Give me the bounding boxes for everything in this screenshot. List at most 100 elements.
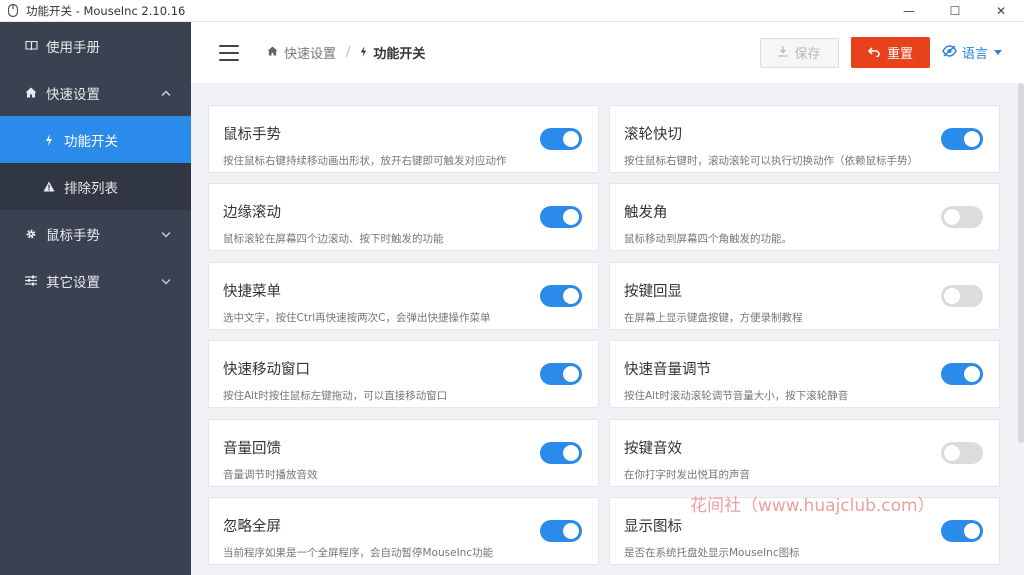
sidebar-item-other-settings[interactable]: 其它设置 xyxy=(0,257,191,304)
feature-card: 滚轮快切 按住鼠标右键时，滚动滚轮可以执行切换动作（依赖鼠标手势） xyxy=(609,105,1000,173)
feature-card: 忽略全屏当前程序如果是一个全屏程序，会自动暂停MouseInc功能 xyxy=(208,497,599,565)
breadcrumb-separator: / xyxy=(346,45,351,60)
feature-title: 鼠标手势 xyxy=(223,127,281,143)
feature-title: 快速音量调节 xyxy=(624,362,711,378)
feature-card: 按键回显在屏幕上显示键盘按键，方便录制教程 xyxy=(609,262,1000,330)
download-icon xyxy=(778,45,788,60)
sidebar-item-exclusion-list[interactable]: 排除列表 xyxy=(0,163,191,210)
home-icon xyxy=(267,46,278,59)
mouse-icon xyxy=(6,4,20,18)
feature-card: 快捷菜单选中文字，按住Ctrl再快速按两次C，会弹出快捷操作菜单 xyxy=(208,262,599,330)
feature-toggle[interactable] xyxy=(941,520,983,542)
gear-icon xyxy=(24,227,38,241)
header-actions: 保存 重置 语言 xyxy=(759,37,1002,68)
sidebar-item-label: 使用手册 xyxy=(46,39,100,56)
feature-title: 显示图标 xyxy=(624,519,682,535)
feature-title: 快捷菜单 xyxy=(223,284,281,300)
feature-card: 触发角鼠标移动到屏幕四个角触发的功能。 xyxy=(609,183,1000,251)
reset-button[interactable]: 重置 xyxy=(850,37,930,68)
feature-description: 音量调节时播放音效 xyxy=(223,469,318,481)
feature-description: 在你打字时发出悦耳的声音 xyxy=(624,469,750,481)
feature-card: 音量回馈音量调节时播放音效 xyxy=(208,419,599,487)
feature-title: 边缘滚动 xyxy=(223,205,281,221)
feature-card: 边缘滚动鼠标滚轮在屏幕四个边滚动、按下时触发的功能 xyxy=(208,183,599,251)
toggle-knob xyxy=(563,209,579,225)
sidebar-item-quick-settings[interactable]: 快速设置 xyxy=(0,69,191,116)
feature-card: 快速移动窗口按住Alt时按住鼠标左键拖动，可以直接移动窗口 xyxy=(208,340,599,408)
feature-card: 按键音效在你打字时发出悦耳的声音 xyxy=(609,419,1000,487)
feature-description: 按住Alt时按住鼠标左键拖动，可以直接移动窗口 xyxy=(223,390,448,402)
toggle-knob xyxy=(944,209,960,225)
bolt-icon xyxy=(360,45,367,60)
feature-description: 鼠标移动到屏幕四个角触发的功能。 xyxy=(624,233,792,245)
feature-title: 按键音效 xyxy=(624,441,682,457)
toggle-knob xyxy=(964,523,980,539)
maximize-button[interactable]: ☐ xyxy=(932,0,978,22)
bolt-icon xyxy=(42,133,56,147)
breadcrumb-current: 功能开关 xyxy=(373,47,426,62)
minimize-button[interactable]: — xyxy=(886,0,932,22)
feature-title: 按键回显 xyxy=(624,284,682,300)
chevron-up-icon xyxy=(161,86,171,99)
feature-title: 忽略全屏 xyxy=(223,519,281,535)
menu-toggle-icon[interactable] xyxy=(219,44,239,61)
book-icon xyxy=(24,39,38,53)
eye-slash-icon xyxy=(942,44,957,61)
feature-toggle[interactable] xyxy=(941,442,983,464)
breadcrumb-parent[interactable]: 快速设置 xyxy=(284,43,336,62)
toggle-knob xyxy=(563,131,579,147)
toggle-knob xyxy=(964,366,980,382)
language-dropdown[interactable]: 语言 xyxy=(942,43,1002,62)
caret-down-icon xyxy=(994,48,1002,58)
toggle-knob xyxy=(944,445,960,461)
feature-description: 按住鼠标右键持续移动画出形状，放开右键即可触发对应动作 xyxy=(223,155,507,167)
sidebar-item-feature-toggles[interactable]: 功能开关 xyxy=(0,116,191,163)
save-button[interactable]: 保存 xyxy=(759,37,839,68)
feature-title: 快速移动窗口 xyxy=(223,362,310,378)
reset-button-label: 重置 xyxy=(886,47,913,62)
feature-title: 触发角 xyxy=(624,205,668,221)
feature-toggle[interactable] xyxy=(540,520,582,542)
toggle-knob xyxy=(944,288,960,304)
sliders-icon xyxy=(24,274,38,288)
undo-icon xyxy=(867,46,880,60)
breadcrumb: 快速设置 / 功能开关 xyxy=(267,43,425,62)
chevron-down-icon xyxy=(161,227,171,240)
feature-card: 快速音量调节按住Alt时滚动滚轮调节音量大小，按下滚轮静音 xyxy=(609,340,1000,408)
title-bar: 功能开关 - MouseInc 2.10.16 — ☐ ✕ xyxy=(0,0,1024,22)
feature-description: 按住Alt时滚动滚轮调节音量大小，按下滚轮静音 xyxy=(624,390,849,402)
feature-toggle[interactable] xyxy=(540,363,582,385)
feature-toggle[interactable] xyxy=(540,285,582,307)
feature-toggle[interactable] xyxy=(941,363,983,385)
feature-description: 在屏幕上显示键盘按键，方便录制教程 xyxy=(624,312,803,324)
feature-description: 选中文字，按住Ctrl再快速按两次C，会弹出快捷操作菜单 xyxy=(223,312,491,324)
sidebar-item-label: 快速设置 xyxy=(46,86,100,103)
feature-toggle[interactable] xyxy=(540,128,582,150)
feature-description: 按住鼠标右键时，滚动滚轮可以执行切换动作（依赖鼠标手势） xyxy=(624,155,918,167)
language-label: 语言 xyxy=(961,47,988,62)
sidebar: 使用手册 快速设置 功能开关 排除列表 鼠标手势 其它设置 xyxy=(0,22,191,575)
feature-title: 音量回馈 xyxy=(223,441,281,457)
sidebar-item-manual[interactable]: 使用手册 xyxy=(0,22,191,69)
sidebar-item-mouse-gesture[interactable]: 鼠标手势 xyxy=(0,210,191,257)
toggle-knob xyxy=(563,288,579,304)
feature-description: 鼠标滚轮在屏幕四个边滚动、按下时触发的功能 xyxy=(223,233,444,245)
toggle-knob xyxy=(563,366,579,382)
feature-toggle[interactable] xyxy=(941,285,983,307)
close-button[interactable]: ✕ xyxy=(978,0,1024,22)
toggle-knob xyxy=(563,523,579,539)
warning-icon xyxy=(42,180,56,194)
app-window: 功能开关 - MouseInc 2.10.16 — ☐ ✕ 使用手册 快速设置 xyxy=(0,0,1024,575)
sidebar-item-label: 排除列表 xyxy=(64,180,118,197)
feature-toggle[interactable] xyxy=(540,442,582,464)
feature-description: 是否在系统托盘处显示MouseInc图标 xyxy=(624,547,800,559)
scrollbar[interactable] xyxy=(1018,83,1024,443)
feature-toggle[interactable] xyxy=(941,128,983,150)
feature-toggle[interactable] xyxy=(941,206,983,228)
sidebar-item-label: 功能开关 xyxy=(64,133,118,150)
home-icon xyxy=(24,86,38,100)
window-title: 功能开关 - MouseInc 2.10.16 xyxy=(26,3,186,18)
feature-toggle[interactable] xyxy=(540,206,582,228)
feature-description: 当前程序如果是一个全屏程序，会自动暂停MouseInc功能 xyxy=(223,547,494,559)
sidebar-item-label: 鼠标手势 xyxy=(46,227,100,244)
